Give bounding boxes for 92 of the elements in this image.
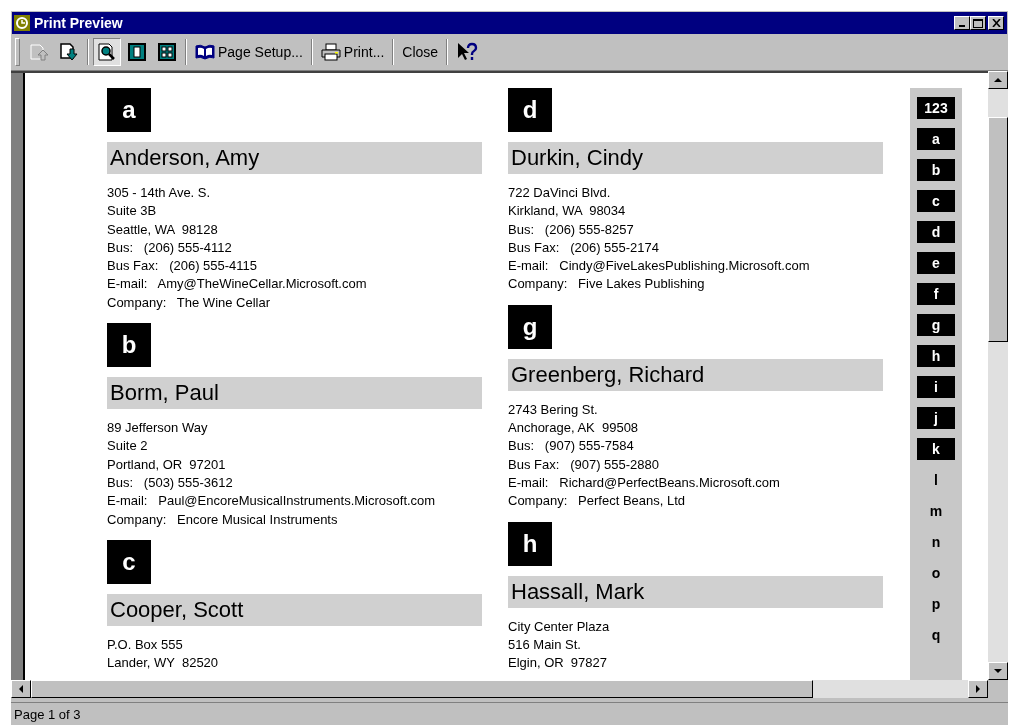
index-tab[interactable]: o [917, 562, 955, 584]
contact-detail: Suite 3B [107, 202, 158, 221]
contact-name: Greenberg, Richard [508, 358, 883, 391]
maximize-button[interactable] [970, 16, 986, 30]
contact-detail: 2743 Bering St. [508, 400, 599, 419]
index-tab[interactable]: b [917, 159, 955, 181]
contact-detail: City Center Plaza [508, 617, 611, 636]
index-tab[interactable]: f [917, 283, 955, 305]
contact-name: Durkin, Cindy [508, 142, 883, 174]
contact-detail: Anchorage, AK 99508 [508, 419, 640, 438]
contact-detail: Company: The Wine Cellar [107, 293, 272, 312]
maximize-icon [973, 18, 983, 28]
index-tab[interactable]: e [917, 252, 955, 274]
letter-heading: h [508, 521, 552, 566]
contact-name: Cooper, Scott [107, 593, 482, 626]
page-down-arrow-icon [59, 42, 79, 62]
contact-detail: 722 DaVinci Blvd. [508, 184, 612, 202]
contact-detail: Kirkland, WA 98034 [508, 202, 627, 221]
contact-detail: E-mail: Amy@TheWineCellar.Microsoft.com [107, 275, 368, 294]
contact-detail: E-mail: Cindy@FiveLakesPublishing.Microsoft.com [508, 257, 811, 276]
index-tab[interactable]: c [917, 190, 955, 212]
contact-detail: Bus: (206) 555-8257 [508, 220, 635, 239]
contact-name: Anderson, Amy [107, 142, 482, 174]
contact-name: Borm, Paul [107, 377, 482, 410]
index-tab[interactable]: n [917, 531, 955, 553]
four-pages-icon [158, 43, 176, 61]
page-up-arrow-icon [29, 42, 49, 62]
contact-detail: Bus Fax: (907) 555-2880 [508, 455, 661, 474]
index-tab[interactable]: h [917, 345, 955, 367]
contact-detail: Bus: (206) 555-4112 [107, 238, 233, 257]
triangle-icon [993, 667, 1003, 675]
contact-detail: Bus Fax: (206) 555-2174 [508, 238, 661, 257]
letter-heading: a [107, 88, 151, 132]
contact-detail: Company: Five Lakes Publishing [508, 275, 706, 294]
index-tab[interactable]: q [917, 624, 955, 646]
triangle-icon [993, 76, 1003, 84]
window-title: Print Preview [34, 15, 124, 31]
scroll-left-button[interactable] [11, 680, 31, 698]
status-text: Page 1 of 3 [14, 706, 81, 722]
contact-detail: Seattle, WA 98128 [107, 220, 219, 239]
index-tab[interactable]: d [917, 221, 955, 243]
index-tab[interactable]: m [917, 500, 955, 522]
contact-detail: Portland, OR 97201 [107, 455, 227, 474]
scroll-up-button[interactable] [988, 71, 1008, 89]
minimize-button[interactable] [954, 16, 970, 30]
index-tab[interactable]: 123 [917, 97, 955, 119]
printer-icon [320, 43, 341, 61]
letter-heading: d [508, 88, 552, 132]
single-page-icon [128, 43, 146, 61]
scroll-right-button[interactable] [968, 680, 988, 698]
index-tab[interactable]: i [917, 376, 955, 398]
scroll-thumb[interactable] [988, 117, 1008, 342]
contact-detail: 516 Main St. [508, 635, 582, 654]
contact-detail: P.O. Box 555 [107, 635, 184, 654]
contact-detail: Elgin, OR 97827 [508, 654, 608, 673]
pointer-question-icon [456, 42, 479, 62]
contact-detail: Bus Fax: (206) 555-4115 [107, 257, 259, 276]
contact-detail: Lander, WY 82520 [107, 654, 220, 673]
contact-detail: Bus: (907) 555-7584 [508, 437, 635, 456]
clock-app-icon [14, 15, 30, 31]
contact-detail: E-mail: Richard@PerfectBeans.Microsoft.com [508, 473, 781, 492]
letter-heading: c [107, 539, 151, 584]
contact-detail: E-mail: Paul@EncoreMusicalInstruments.Microsoft.com [107, 492, 437, 511]
index-tab[interactable]: l [917, 469, 955, 491]
letter-heading: b [107, 323, 151, 368]
contact-detail: 305 - 14th Ave. S. [107, 184, 212, 202]
index-tab[interactable]: a [917, 128, 955, 150]
magnifier-page-icon [97, 42, 117, 62]
contact-name: Hassall, Mark [508, 575, 883, 608]
open-book-icon [195, 44, 215, 60]
contact-detail: 89 Jefferson Way [107, 419, 209, 438]
scroll-thumb[interactable] [31, 680, 813, 698]
index-tab[interactable]: j [917, 407, 955, 429]
close-icon [991, 19, 1001, 27]
contact-detail: Company: Perfect Beans, Ltd [508, 492, 687, 511]
page-setup-button[interactable]: Page Setup... [191, 38, 307, 66]
close-preview-button[interactable]: Close [398, 38, 443, 66]
contact-detail: Bus: (503) 555-3612 [107, 473, 234, 492]
scroll-down-button[interactable] [988, 662, 1008, 680]
index-tab[interactable]: k [917, 438, 955, 460]
close-button[interactable] [988, 16, 1004, 30]
horizontal-scrollbar[interactable] [11, 680, 988, 698]
zoom-button[interactable] [93, 38, 121, 66]
contact-detail: Suite 2 [107, 437, 149, 456]
print-button[interactable]: Print... [316, 38, 389, 66]
index-tab[interactable]: g [917, 314, 955, 336]
triangle-icon [17, 684, 25, 694]
vertical-scrollbar[interactable] [988, 71, 1008, 680]
letter-heading: g [508, 304, 552, 349]
contact-detail: Company: Encore Musical Instruments [107, 510, 339, 529]
triangle-icon [974, 684, 982, 694]
index-tab[interactable]: p [917, 593, 955, 615]
